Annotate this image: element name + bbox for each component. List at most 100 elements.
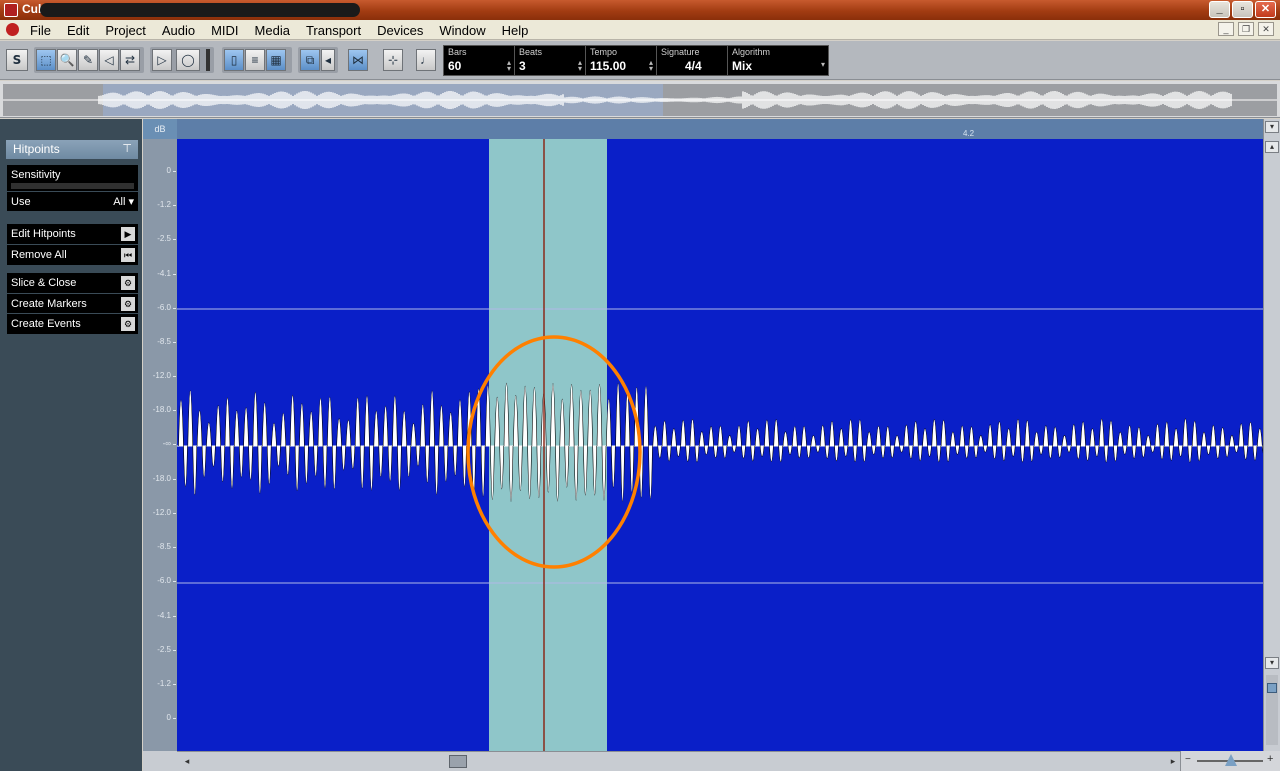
menu-transport[interactable]: Transport — [306, 23, 361, 38]
edit-hitpoints-play-icon[interactable]: ▶ — [121, 227, 135, 241]
menu-devices[interactable]: Devices — [377, 23, 423, 38]
overview-icon[interactable]: ≡ — [245, 49, 265, 71]
zoom-icon[interactable]: 🔍 — [57, 49, 77, 71]
warp-icon[interactable]: ⇄ — [120, 49, 140, 71]
algorithm-dropdown-icon[interactable]: ▾ — [821, 61, 825, 69]
pencil-icon[interactable]: ✎ — [78, 49, 98, 71]
scroll-right-icon[interactable]: ▸ — [1167, 755, 1179, 768]
menu-window[interactable]: Window — [439, 23, 485, 38]
tempo-spinner-icon[interactable]: ▴ ▾ — [649, 59, 653, 73]
vertical-zoom-thumb[interactable] — [1267, 683, 1277, 693]
audition-icon[interactable]: ◁ — [99, 49, 119, 71]
horizontal-scrollbar[interactable]: ◂ ▸ — [177, 751, 1280, 771]
use-label: Use — [11, 196, 31, 208]
bar-position-label: 4.2 — [963, 129, 975, 138]
waveform-overview[interactable] — [0, 81, 1280, 118]
use-row[interactable]: Use All ▾ — [7, 191, 138, 211]
horizontal-zoom-control[interactable]: − + — [1180, 751, 1280, 771]
vertical-zoom-slider[interactable] — [1266, 675, 1278, 745]
db-tick: -8.5 — [157, 542, 176, 551]
maximize-button[interactable]: ▫ — [1232, 1, 1253, 18]
db-tick: -2.5 — [157, 645, 176, 654]
loop-icon[interactable]: ◯ — [176, 49, 200, 71]
db-tick: -4.1 — [157, 269, 176, 278]
beats-spinner-icon[interactable]: ▴ ▾ — [578, 59, 582, 73]
tempo-field[interactable]: Tempo 115.00 ▴ ▾ — [585, 45, 657, 76]
ruler-menu-icon[interactable]: ▾ — [1265, 121, 1279, 133]
algorithm-field[interactable]: Algorithm Mix ▾ — [727, 45, 829, 76]
signature-value: 4/4 — [685, 59, 702, 73]
beats-field[interactable]: Beats 3 ▴ ▾ — [514, 45, 586, 76]
scroll-down-icon[interactable]: ▾ — [1265, 657, 1279, 669]
create-markers-gear-icon[interactable]: ⚙ — [121, 297, 135, 311]
edit-hitpoints-label: Edit Hitpoints — [11, 228, 76, 240]
cubase-menu-icon[interactable] — [6, 23, 19, 36]
sensitivity-label: Sensitivity — [11, 169, 61, 181]
db-scale: 0 -1.2 -2.5 -4.1 -6.0 -8.5 -12.0 -18.0 -… — [143, 139, 178, 751]
snap-mode-icon[interactable]: ◂ — [321, 49, 335, 71]
use-dropdown[interactable]: All ▾ — [113, 192, 134, 212]
actions-box: Slice & Close ⚙ Create Markers ⚙ Create … — [7, 273, 138, 334]
metronome-icon[interactable]: ♩ — [416, 49, 436, 71]
bars-label: Bars — [448, 47, 467, 57]
minimize-button[interactable]: _ — [1209, 1, 1230, 18]
menu-midi[interactable]: MIDI — [211, 23, 238, 38]
bars-spinner-icon[interactable]: ▴ ▾ — [507, 59, 511, 73]
close-button[interactable]: ✕ — [1255, 1, 1276, 18]
audio-waveform — [178, 382, 1263, 502]
signature-field[interactable]: Signature 4/4 — [656, 45, 728, 76]
waveform-path — [178, 382, 1263, 502]
time-ruler[interactable]: dB 4.2 — [143, 119, 1263, 139]
db-tick: 0 — [166, 713, 178, 722]
create-events-gear-icon[interactable]: ⚙ — [121, 317, 135, 331]
sensitivity-slider[interactable] — [11, 183, 134, 189]
beats-value: 3 — [519, 59, 526, 73]
inspector-icon[interactable]: ▦ — [266, 49, 286, 71]
slice-close-gear-icon[interactable]: ⚙ — [121, 276, 135, 290]
db-tick: -18.0 — [152, 405, 177, 414]
play-icon[interactable]: ▷ — [152, 49, 172, 71]
create-markers-row[interactable]: Create Markers ⚙ — [7, 293, 138, 313]
edit-box: Edit Hitpoints ▶ Remove All ⏮ — [7, 224, 138, 265]
vertical-scrollbar[interactable]: ▾ ▴ ▾ — [1263, 119, 1280, 751]
menu-file[interactable]: File — [30, 23, 51, 38]
mdi-minimize-button[interactable]: _ — [1218, 22, 1234, 36]
hitpoint-mode-icon[interactable]: ⋈ — [348, 49, 368, 71]
snap-icon[interactable]: ⧉ — [300, 49, 320, 71]
beats-label: Beats — [519, 47, 543, 57]
scroll-up-icon[interactable]: ▴ — [1265, 141, 1279, 153]
waveform-display[interactable] — [177, 139, 1263, 751]
remove-all-icon[interactable]: ⏮ — [121, 248, 135, 262]
zoom-slider-thumb[interactable] — [1225, 754, 1237, 766]
horizontal-scroll-thumb[interactable] — [449, 755, 467, 768]
volume-slider[interactable] — [206, 49, 210, 71]
scroll-left-icon[interactable]: ◂ — [181, 755, 193, 768]
edit-hitpoints-row[interactable]: Edit Hitpoints ▶ — [7, 224, 138, 244]
zoom-in-icon[interactable]: + — [1267, 753, 1273, 765]
mdi-restore-button[interactable]: ❐ — [1238, 22, 1254, 36]
menu-project[interactable]: Project — [105, 23, 145, 38]
autoscroll-icon[interactable]: ⊹ — [383, 49, 403, 71]
waveform-canvas[interactable] — [177, 139, 1263, 751]
overview-track[interactable] — [3, 84, 1277, 116]
filter-icon[interactable]: ⊤ — [122, 140, 132, 159]
menu-audio[interactable]: Audio — [162, 23, 195, 38]
db-tick: -8.5 — [157, 337, 176, 346]
zoom-out-icon[interactable]: − — [1185, 754, 1191, 765]
menu-media[interactable]: Media — [255, 23, 290, 38]
hitpoints-inspector: Hitpoints ⊤ Sensitivity Use All ▾ Edit H… — [0, 119, 142, 771]
menu-help[interactable]: Help — [502, 23, 529, 38]
bottom-left-corner — [143, 751, 177, 771]
mdi-close-button[interactable]: ✕ — [1258, 22, 1274, 36]
menu-edit[interactable]: Edit — [67, 23, 89, 38]
bars-field[interactable]: Bars 60 ▴ ▾ — [443, 45, 515, 76]
hitpoints-header[interactable]: Hitpoints ⊤ — [6, 140, 138, 159]
db-tick: 0 — [166, 166, 178, 175]
remove-all-row[interactable]: Remove All ⏮ — [7, 244, 138, 264]
tempo-value: 115.00 — [590, 59, 627, 73]
slice-close-row[interactable]: Slice & Close ⚙ — [7, 273, 138, 293]
object-selection-icon[interactable]: ⬚ — [36, 49, 56, 71]
create-events-row[interactable]: Create Events ⚙ — [7, 313, 138, 333]
show-info-icon[interactable]: ▯ — [224, 49, 244, 71]
solo-button[interactable]: S — [6, 49, 28, 71]
